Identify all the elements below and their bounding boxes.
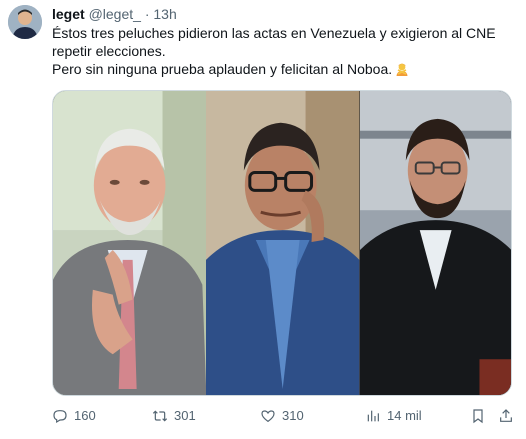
user-handle[interactable]: @leget_ <box>89 6 141 22</box>
media-photo-center[interactable] <box>206 91 360 395</box>
repost-count: 301 <box>174 408 196 423</box>
views-chart-icon <box>367 410 379 422</box>
tweet-text-line-content: Pero sin ninguna prueba aplauden y felic… <box>52 61 393 77</box>
repost-icon <box>152 410 168 422</box>
tweet[interactable]: leget @leget_ · 13h Éstos tres peluches … <box>0 0 526 439</box>
repost-button[interactable]: 301 <box>152 404 196 428</box>
reply-count: 160 <box>74 408 96 423</box>
timestamp[interactable]: 13h <box>153 6 176 22</box>
avatar[interactable] <box>8 5 42 39</box>
views-button[interactable]: 14 mil <box>365 404 422 428</box>
tweet-text-line: Pero sin ninguna prueba aplauden y felic… <box>52 60 512 78</box>
share-icon <box>500 409 512 422</box>
views-count: 14 mil <box>387 408 422 423</box>
share-button[interactable] <box>498 404 520 428</box>
bookmark-button[interactable] <box>470 404 492 428</box>
tweet-text: Éstos tres peluches pidieron las actas e… <box>52 24 512 78</box>
tweet-text-line: repetir elecciones. <box>52 43 166 59</box>
tweet-media[interactable] <box>52 90 512 396</box>
media-photo-left[interactable] <box>53 91 207 395</box>
media-photo-right[interactable] <box>359 91 511 395</box>
heart-icon <box>261 410 275 423</box>
like-button[interactable]: 310 <box>260 404 304 428</box>
bookmark-icon <box>473 409 483 424</box>
person-gesturing-no-icon <box>395 62 409 76</box>
separator-dot: · <box>144 6 150 22</box>
tweet-actions: 160 301 310 14 mil <box>52 404 514 428</box>
reply-icon <box>53 410 67 424</box>
tweet-text-line: Éstos tres peluches pidieron las actas e… <box>52 25 496 41</box>
like-count: 310 <box>282 408 304 423</box>
tweet-header: leget @leget_ · 13h <box>52 5 177 23</box>
display-name[interactable]: leget <box>52 6 85 22</box>
reply-button[interactable]: 160 <box>52 404 96 428</box>
